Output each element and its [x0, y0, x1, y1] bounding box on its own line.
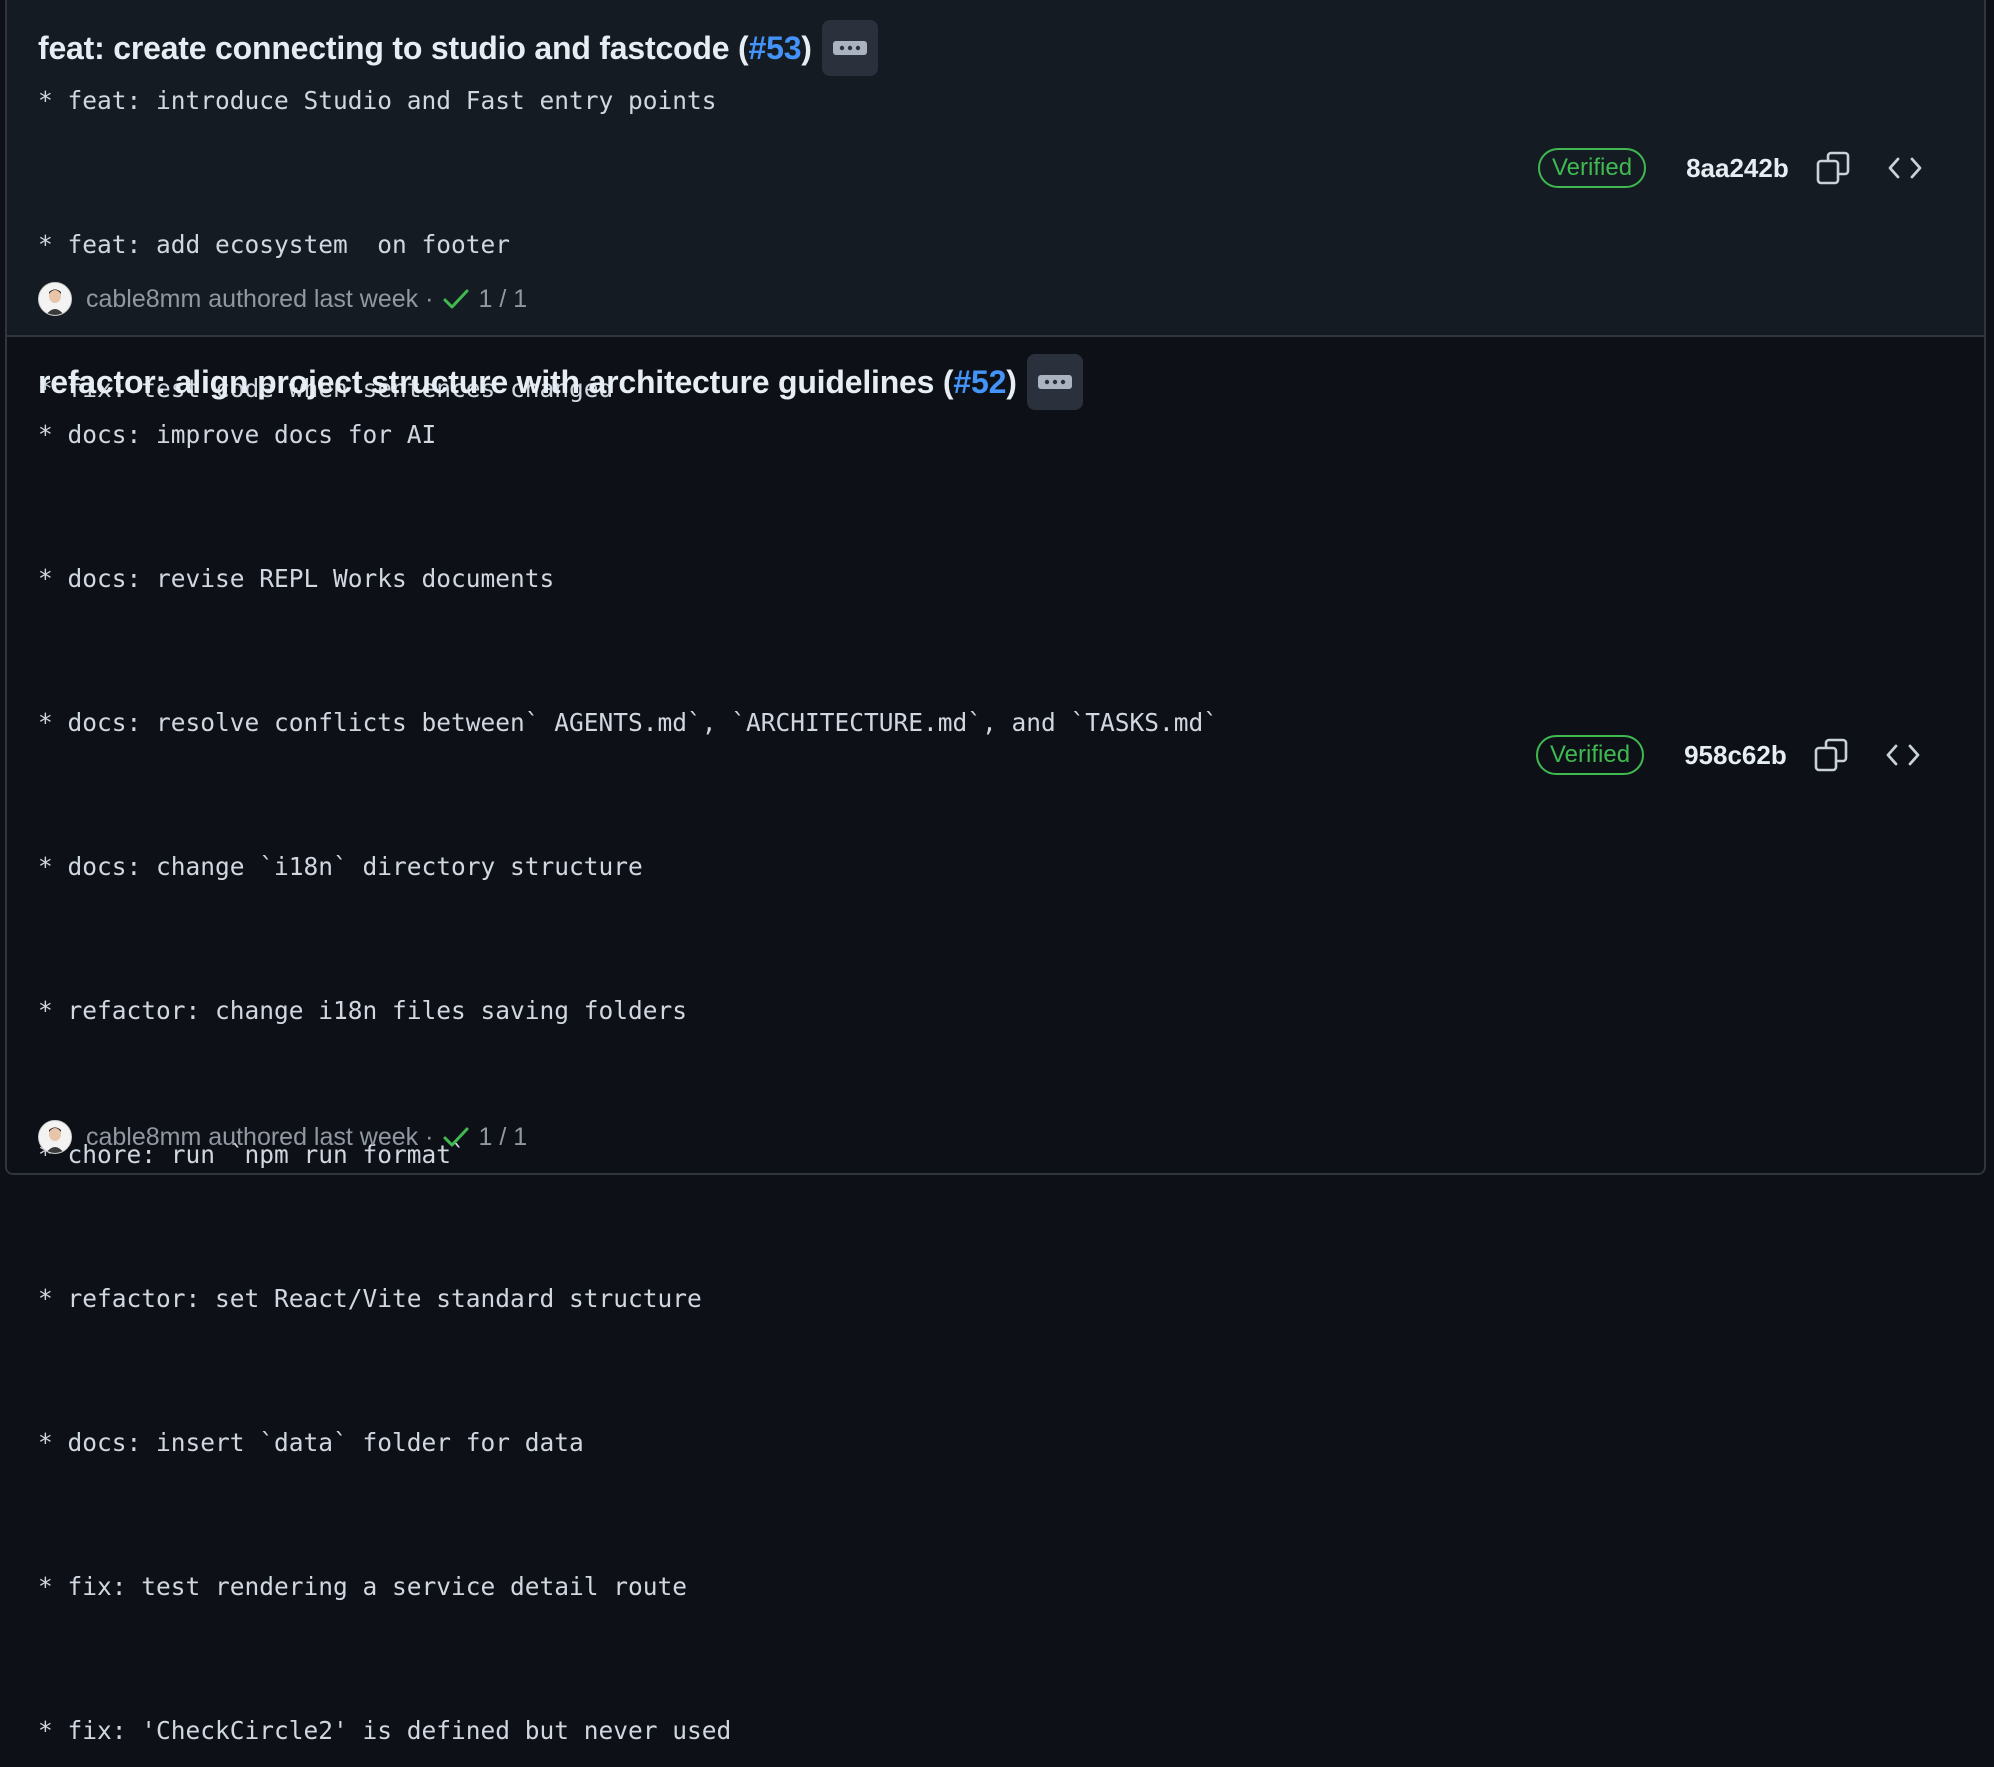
copy-icon: [1816, 151, 1850, 185]
avatar[interactable]: [38, 282, 72, 316]
commit-message: * docs: improve docs for AI * docs: revi…: [38, 420, 1219, 1745]
copy-icon: [1814, 738, 1848, 772]
verified-badge[interactable]: Verified: [1538, 148, 1647, 188]
author-name[interactable]: cable8mm: [86, 1123, 201, 1152]
copy-sha-button[interactable]: [1813, 148, 1853, 188]
expand-message-button[interactable]: [821, 20, 878, 76]
checks-count[interactable]: 1 / 1: [478, 285, 527, 314]
avatar[interactable]: [38, 1120, 72, 1154]
browse-code-button[interactable]: [1885, 148, 1925, 188]
kebab-horizontal-icon: [832, 41, 867, 55]
commit-sha[interactable]: 8aa242b: [1686, 153, 1789, 184]
commit-meta: cable8mm authored last week · 1 / 1: [38, 1120, 527, 1154]
code-icon: [1888, 157, 1922, 179]
copy-sha-button[interactable]: [1811, 735, 1851, 775]
commit-title[interactable]: refactor: align project structure with a…: [38, 364, 1017, 401]
separator: ·: [425, 284, 434, 313]
commit-actions: Verified 8aa242b: [1538, 148, 1946, 188]
check-icon[interactable]: [442, 287, 470, 311]
kebab-horizontal-icon: [1037, 375, 1072, 389]
code-icon: [1886, 744, 1920, 766]
pr-link[interactable]: #52: [953, 364, 1006, 400]
commit-meta: cable8mm authored last week · 1 / 1: [38, 282, 527, 316]
checks-count[interactable]: 1 / 1: [478, 1123, 527, 1152]
browse-code-button[interactable]: [1883, 735, 1923, 775]
separator: ·: [425, 1122, 434, 1151]
commit-sha[interactable]: 958c62b: [1684, 740, 1787, 771]
authored-time: authored last week: [208, 284, 419, 313]
pr-link[interactable]: #53: [749, 30, 802, 66]
commit-actions: Verified 958c62b: [1536, 735, 1946, 775]
check-icon[interactable]: [442, 1125, 470, 1149]
author-name[interactable]: cable8mm: [86, 285, 201, 314]
verified-badge[interactable]: Verified: [1536, 735, 1645, 775]
commit-title[interactable]: feat: create connecting to studio and fa…: [38, 30, 812, 67]
authored-time: authored last week: [208, 1122, 419, 1151]
